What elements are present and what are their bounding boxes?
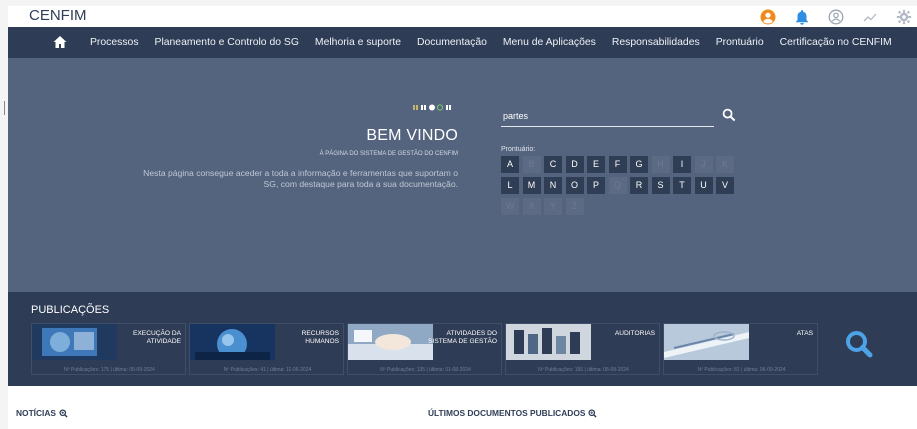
nav-item-menu-aplicacoes[interactable]: Menu de Aplicações — [495, 37, 604, 48]
pub-count: Nº Publicações: 156 | última: 06-09-2024 — [538, 367, 629, 373]
letter-t[interactable]: T — [673, 177, 691, 194]
user-icon[interactable] — [759, 8, 777, 26]
pub-card-atividades[interactable]: ATIVIDADES DO SISTEMA DE GESTÃO Nº Publi… — [347, 323, 502, 375]
prontuario-label: Prontuário: — [501, 146, 536, 153]
atividades-image — [348, 324, 433, 360]
letter-g[interactable]: G — [630, 156, 648, 173]
publicacoes-section: PUBLICAÇÕES EXECUÇÃO DA ATIVIDADE Nº Pub… — [8, 292, 917, 386]
letter-x: X — [522, 198, 541, 215]
hero-subtitle: À PÁGINA DO SISTEMA DE GESTÃO DO CENFIM — [319, 151, 458, 157]
letter-k: K — [716, 156, 734, 173]
letter-u[interactable]: U — [694, 177, 713, 194]
sg-logo — [413, 104, 461, 111]
user-outline-icon[interactable] — [827, 8, 845, 26]
main-nav: Processos Planeamento e Controlo do SG M… — [8, 27, 917, 58]
letter-p[interactable]: P — [587, 177, 605, 194]
letter-e[interactable]: E — [587, 156, 605, 173]
search-icon[interactable] — [722, 108, 738, 124]
letter-q: Q — [608, 177, 627, 194]
letter-s[interactable]: S — [651, 177, 670, 194]
letter-y: Y — [544, 198, 562, 215]
zoom-icon[interactable] — [59, 408, 68, 418]
letter-i[interactable]: I — [673, 156, 691, 173]
pub-count: Nº Publicações: 81 | última: 06-09-2024 — [697, 367, 786, 373]
pub-count: Nº Publicações: 135 | última: 01-08-2024 — [380, 367, 471, 373]
nav-item-planeamento[interactable]: Planeamento e Controlo do SG — [147, 37, 307, 48]
bell-icon[interactable] — [793, 8, 811, 26]
top-icons — [759, 8, 913, 26]
letter-f[interactable]: F — [608, 156, 627, 173]
ultimos-documentos-heading[interactable]: ÚLTIMOS DOCUMENTOS PUBLICADOS — [428, 408, 598, 418]
letter-r[interactable]: R — [630, 177, 648, 194]
atas-image — [664, 324, 749, 360]
letter-v[interactable]: V — [716, 177, 734, 194]
letter-d[interactable]: D — [565, 156, 584, 173]
nav-item-processos[interactable]: Processos — [82, 37, 147, 48]
auditorias-image — [506, 324, 591, 360]
pub-card-auditorias[interactable]: AUDITORIAS Nº Publicações: 156 | última:… — [505, 323, 660, 375]
noticias-title: NOTÍCIAS — [16, 408, 57, 418]
letter-h: H — [651, 156, 670, 173]
search-input[interactable]: partes — [501, 108, 714, 127]
pub-label: AUDITORIAS — [614, 330, 655, 337]
top-bar: CENFIM — [8, 6, 917, 27]
letter-o[interactable]: O — [565, 177, 584, 194]
home-icon[interactable] — [52, 34, 70, 52]
publicacoes-search-icon[interactable] — [844, 329, 876, 361]
pub-count: Nº Publicações: 175 | última: 05-09-2024 — [64, 367, 155, 373]
ultimos-documentos-title: ÚLTIMOS DOCUMENTOS PUBLICADOS — [428, 408, 586, 418]
nav-item-melhoria[interactable]: Melhoria e suporte — [307, 37, 409, 48]
brand-title[interactable]: CENFIM — [29, 7, 87, 24]
zoom-icon[interactable] — [588, 408, 598, 418]
page: CENFIM Processos Planeamento e Controlo — [0, 0, 917, 429]
noticias-heading[interactable]: NOTÍCIAS — [16, 408, 68, 418]
pub-label: RECURSOS HUMANOS — [301, 330, 339, 345]
pub-card-recursos[interactable]: RECURSOS HUMANOS Nº Publicações: 41 | úl… — [189, 323, 344, 375]
chart-line-icon[interactable] — [861, 8, 879, 26]
nav-item-documentacao[interactable]: Documentação — [409, 37, 495, 48]
recursos-image — [190, 324, 275, 360]
letter-w: W — [501, 198, 519, 215]
letter-m[interactable]: M — [522, 177, 541, 194]
publicacoes-title: PUBLICAÇÕES — [31, 304, 110, 316]
hero-section: BEM VINDO À PÁGINA DO SISTEMA DE GESTÃO … — [8, 58, 917, 292]
content-section: NOTÍCIAS ÚLTIMOS DOCUMENTOS PUBLICADOS — [8, 386, 917, 429]
letter-c[interactable]: C — [544, 156, 562, 173]
pub-label: ATIVIDADES DO SISTEMA DE GESTÃO — [428, 330, 497, 345]
execucao-image — [32, 324, 117, 360]
nav-item-certificacao[interactable]: Certificação no CENFIM — [772, 37, 900, 48]
hero-title: BEM VINDO — [366, 127, 458, 144]
pub-card-execucao[interactable]: EXECUÇÃO DA ATIVIDADE Nº Publicações: 17… — [31, 323, 186, 375]
letter-j: J — [694, 156, 713, 173]
pub-count: Nº Publicações: 41 | última: 11-06-2024 — [223, 367, 312, 373]
scroll-handle[interactable] — [4, 101, 5, 115]
letter-n[interactable]: N — [544, 177, 562, 194]
nav-item-responsabilidades[interactable]: Responsabilidades — [604, 37, 708, 48]
pub-label: ATAS — [796, 330, 813, 337]
letter-l[interactable]: L — [501, 177, 519, 194]
hero-description: Nesta página consegue aceder a toda a in… — [143, 168, 458, 189]
pub-label: EXECUÇÃO DA ATIVIDADE — [133, 330, 181, 345]
pub-card-atas[interactable]: ATAS Nº Publicações: 81 | última: 06-09-… — [663, 323, 818, 375]
letter-z: Z — [565, 198, 584, 215]
nav-item-prontuario[interactable]: Prontuário — [708, 37, 772, 48]
gear-icon[interactable] — [895, 8, 913, 26]
letter-b: B — [522, 156, 541, 173]
letter-a[interactable]: A — [501, 156, 519, 173]
